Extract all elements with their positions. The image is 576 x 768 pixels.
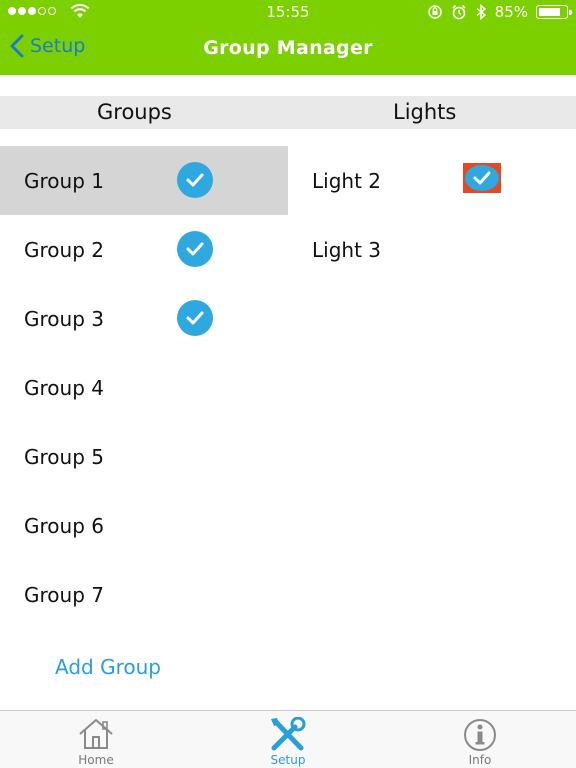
tab-setup[interactable]: Setup [192, 711, 384, 768]
group-row[interactable]: Group 1 [0, 146, 288, 215]
tab-setup-label: Setup [270, 753, 306, 767]
tab-info-label: Info [468, 753, 492, 767]
status-bar: 15:55 85% [0, 0, 576, 24]
light-label: Light 2 [312, 168, 381, 193]
top-bar: 15:55 85% Setup Group Manager [0, 0, 576, 75]
lights-header: Lights [393, 100, 457, 124]
house-icon [79, 719, 113, 749]
battery-cap [569, 10, 572, 15]
battery-icon [536, 5, 572, 19]
add-group-button[interactable]: Add Group [55, 655, 161, 679]
checkmark-icon[interactable] [177, 162, 213, 198]
tools-icon [271, 717, 306, 751]
rotation-lock-icon [427, 5, 442, 19]
tab-home[interactable]: Home [0, 711, 192, 768]
group-label: Group 1 [24, 168, 104, 193]
battery-percent: 85% [494, 3, 528, 21]
alarm-icon [452, 4, 466, 20]
group-row[interactable]: Group 4 [0, 353, 288, 422]
tab-info[interactable]: Info [384, 711, 576, 768]
group-row[interactable]: Group 7 [0, 560, 288, 629]
checkmark-icon[interactable] [463, 163, 501, 193]
checkmark-icon[interactable] [177, 300, 213, 336]
bluetooth-icon [476, 4, 486, 20]
group-label: Group 3 [24, 306, 104, 331]
info-icon [464, 719, 496, 751]
group-label: Group 5 [24, 444, 104, 469]
page-title: Group Manager [203, 37, 373, 59]
tab-home-label: Home [78, 753, 114, 767]
group-label: Group 6 [24, 513, 104, 538]
light-label: Light 3 [312, 237, 381, 262]
battery-fill [539, 8, 560, 16]
column-headers: Groups Lights [0, 96, 576, 129]
group-label: Group 7 [24, 582, 104, 607]
group-label: Group 4 [24, 375, 104, 400]
checkmark-icon[interactable] [177, 231, 213, 267]
navigation-bar: Setup Group Manager [0, 24, 576, 75]
group-row[interactable]: Group 3 [0, 284, 288, 353]
tab-bar: Home Setup Info [0, 710, 576, 768]
group-label: Group 2 [24, 237, 104, 262]
group-row[interactable]: Group 5 [0, 422, 288, 491]
group-row[interactable]: Group 2 [0, 215, 288, 284]
light-row[interactable]: Light 3 [288, 215, 576, 284]
light-row[interactable]: Light 2 [288, 146, 576, 215]
group-row[interactable]: Group 6 [0, 491, 288, 560]
groups-header: Groups [97, 100, 172, 124]
status-right: 85% [427, 3, 572, 21]
